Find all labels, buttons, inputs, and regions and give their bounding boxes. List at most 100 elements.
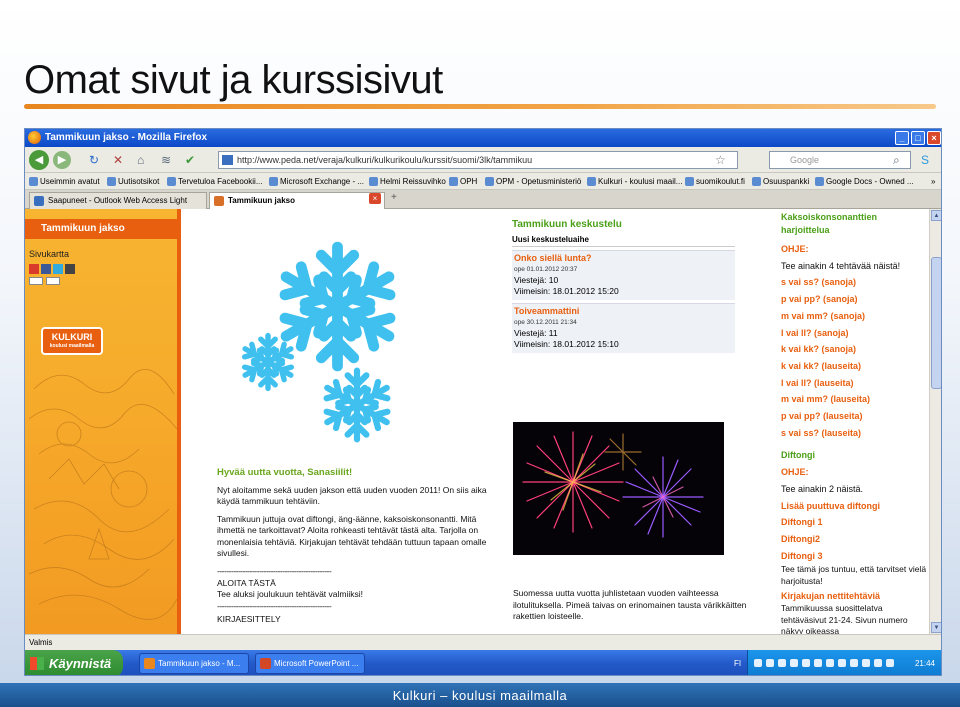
twitter-icon[interactable] [53, 264, 63, 274]
exercise-link[interactable]: s vai ss? (sanoja) [781, 274, 927, 291]
bookmark-item[interactable]: Uutisotsikot [107, 173, 159, 189]
tray-icon[interactable] [766, 659, 774, 667]
tab-outlook[interactable]: Saapuneet - Outlook Web Access Light [29, 192, 207, 209]
tray-icon[interactable] [862, 659, 870, 667]
tray-icon[interactable] [754, 659, 762, 667]
navigation-toolbar: ◀ ▶ ↻ ✕ ⌂ ≋ ✔ http://www.peda.net/veraja… [25, 147, 941, 173]
bookmark-item[interactable]: Kulkuri - koulusi maail... [587, 173, 682, 189]
bookmark-star-icon[interactable]: ☆ [715, 153, 726, 167]
diftongi-link[interactable]: Lisää puuttuva diftongi [781, 498, 927, 515]
diftongi-link[interactable]: Diftongi 1 [781, 514, 927, 531]
vertical-scrollbar[interactable]: ▲ ▼ [929, 209, 941, 634]
forum-heading[interactable]: Tammikuun keskustelu [512, 219, 735, 230]
close-window-button[interactable]: × [927, 131, 941, 145]
reload-icon[interactable]: ↻ [89, 153, 99, 167]
sidebar-nav-tammikuun-jakso[interactable]: Tammikuun jakso [25, 219, 177, 239]
small-badge-icon[interactable] [46, 277, 60, 285]
tray-icon[interactable] [850, 659, 858, 667]
address-bar[interactable]: http://www.peda.net/veraja/kulkuri/kulku… [218, 151, 738, 169]
taskbar-item-powerpoint[interactable]: Microsoft PowerPoint ... [255, 653, 365, 674]
bookmark-item[interactable]: Microsoft Exchange - ... [269, 173, 364, 189]
search-icon[interactable]: ⌕ [893, 153, 900, 168]
thread-meta: ope 30.12.2011 21:34 [514, 319, 577, 326]
scroll-up-arrow[interactable]: ▲ [931, 210, 941, 221]
status-text: Valmis [29, 638, 53, 647]
back-button[interactable]: ◀ [29, 150, 49, 170]
bookmark-item[interactable]: suomikoulut.fi [685, 173, 745, 189]
diftongi-heading[interactable]: Diftongi [781, 447, 927, 464]
bookmark-item[interactable]: OPM - Opetusministeriö [485, 173, 581, 189]
right-column: Kaksoiskonsonanttien harjoittelua OHJE: … [781, 211, 927, 634]
thread-count: Viestejä: 10 [514, 275, 559, 285]
taskbar-item-label: Tammikuun jakso - M... [158, 659, 241, 668]
add-icon[interactable] [29, 264, 39, 274]
scroll-down-arrow[interactable]: ▼ [931, 622, 941, 633]
thread-latest: Viimeisin: 18.01.2012 15:10 [514, 339, 619, 349]
close-tab-icon[interactable]: × [369, 193, 381, 204]
kirjakuja-heading[interactable]: Kirjakujan nettitehtäviä [781, 589, 927, 603]
tray-icon[interactable] [886, 659, 894, 667]
fireworks-caption: Suomessa uutta vuotta juhlistetaan vuode… [513, 588, 747, 621]
bookmark-item[interactable]: Google Docs - Owned ... [815, 173, 914, 189]
taskbar-item-firefox[interactable]: Tammikuun jakso - M... [139, 653, 249, 674]
exercise-link[interactable]: k vai kk? (lauseita) [781, 358, 927, 375]
forward-button[interactable]: ▶ [53, 151, 71, 169]
rss-icon[interactable]: ≋ [161, 153, 171, 167]
bookmark-item[interactable]: OPH [449, 173, 477, 189]
new-tab-button[interactable]: + [391, 192, 397, 203]
diftongi-link[interactable]: Diftongi2 [781, 531, 927, 548]
bookmark-item[interactable]: Useimmin avatut [29, 173, 100, 189]
sitemap-link[interactable]: Sivukartta [29, 249, 69, 259]
facebook-icon[interactable] [41, 264, 51, 274]
exercise-link[interactable]: l vai ll? (lauseita) [781, 375, 927, 392]
exercise-link[interactable]: s vai ss? (lauseita) [781, 425, 927, 442]
check-icon[interactable]: ✔ [185, 153, 195, 167]
divider-line: ----------------------------------------… [217, 565, 332, 576]
thread-title[interactable]: Toiveammattini [514, 306, 733, 317]
tray-icon[interactable] [778, 659, 786, 667]
scrollbar-thumb[interactable] [931, 257, 941, 389]
slide-title: Omat sivut ja kurssisivut [24, 58, 443, 102]
new-topic-link[interactable]: Uusi keskusteluaihe [512, 235, 735, 247]
search-input[interactable]: Google [769, 151, 911, 169]
share-icon[interactable] [65, 264, 75, 274]
bookmark-item[interactable]: Osuuspankki [752, 173, 809, 189]
kulkuri-logo: KULKURI koulusi maailmalla [41, 327, 103, 355]
outlook-icon [34, 196, 44, 206]
kirjakuja-text: Tammikuussa suosittelatva tehtäväsivut 2… [781, 603, 908, 634]
snowflake-icon [238, 332, 298, 392]
skype-icon[interactable]: S [921, 153, 929, 167]
tray-icon[interactable] [826, 659, 834, 667]
window-title: Tammikuun jakso - Mozilla Firefox [45, 132, 208, 143]
language-indicator[interactable]: FI [734, 650, 741, 675]
exercise-link[interactable]: p vai pp? (lauseita) [781, 408, 927, 425]
exercise-link[interactable]: m vai mm? (sanoja) [781, 308, 927, 325]
tray-icon[interactable] [874, 659, 882, 667]
tray-icon[interactable] [802, 659, 810, 667]
stop-icon[interactable]: ✕ [113, 153, 123, 167]
exercise-link[interactable]: p vai pp? (sanoja) [781, 291, 927, 308]
bookmark-item[interactable]: Tervetuloa Facebookii... [167, 173, 263, 189]
double-consonant-heading[interactable]: Kaksoiskonsonanttien harjoittelua [781, 211, 927, 237]
bookmark-item[interactable]: Helmi Reissuvihko [369, 173, 446, 189]
exercise-link[interactable]: m vai mm? (lauseita) [781, 391, 927, 408]
home-icon[interactable]: ⌂ [137, 153, 144, 167]
thread-title[interactable]: Onko siellä lunta? [514, 253, 733, 264]
exercise-link[interactable]: l vai ll? (sanoja) [781, 325, 927, 342]
minimize-button[interactable]: _ [895, 131, 909, 145]
forum-thread[interactable]: Onko siellä lunta? ope 01.01.2012 20:37 … [512, 250, 735, 300]
tab-label: Saapuneet - Outlook Web Access Light [48, 196, 188, 205]
exercise-link[interactable]: k vai kk? (sanoja) [781, 341, 927, 358]
tab-tammikuun-jakso[interactable]: Tammikuun jakso [209, 192, 385, 209]
tray-icon[interactable] [790, 659, 798, 667]
small-badge-icon[interactable] [29, 277, 43, 285]
start-button[interactable]: Käynnistä [25, 650, 123, 675]
forum-thread[interactable]: Toiveammattini ope 30.12.2011 21:34 Vies… [512, 303, 735, 353]
fireworks-image [513, 422, 724, 555]
tab-bar: Saapuneet - Outlook Web Access Light Tam… [25, 190, 941, 209]
chevron-right-icon[interactable]: » [931, 173, 935, 189]
tray-icon[interactable] [838, 659, 846, 667]
tray-icon[interactable] [814, 659, 822, 667]
diftongi-link[interactable]: Diftongi 3 [781, 548, 927, 565]
maximize-button[interactable]: □ [911, 131, 925, 145]
